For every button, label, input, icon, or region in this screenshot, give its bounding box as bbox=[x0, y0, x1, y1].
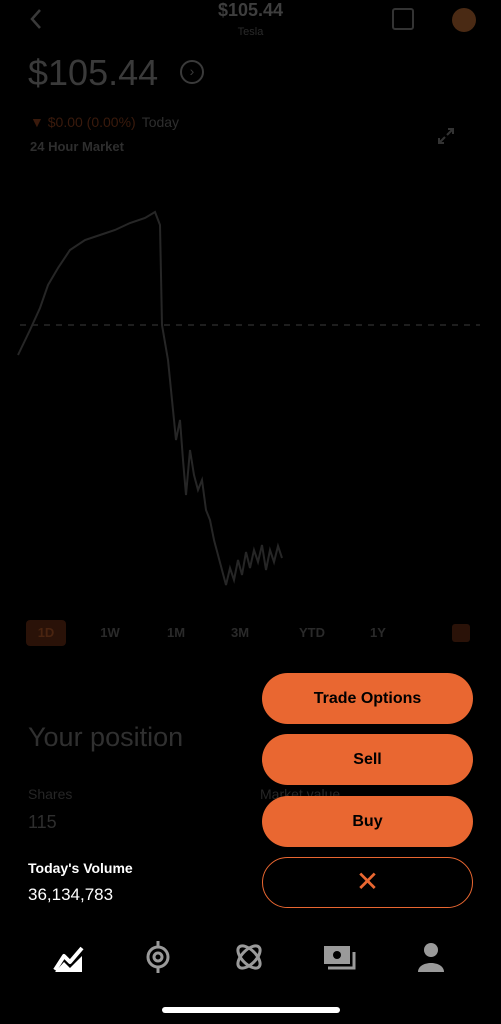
crypto-tab-icon[interactable] bbox=[141, 940, 175, 974]
header-price: $105.44 bbox=[217, 0, 284, 20]
close-actions-button[interactable]: ✕ bbox=[262, 857, 473, 908]
cash-tab-icon[interactable] bbox=[322, 940, 356, 974]
avatar[interactable] bbox=[452, 8, 476, 32]
range-1d[interactable]: 1D bbox=[26, 620, 66, 646]
range-3m[interactable]: 3M bbox=[220, 620, 260, 646]
price-chart[interactable] bbox=[0, 190, 501, 610]
range-ytd[interactable]: YTD bbox=[292, 620, 332, 646]
range-1m[interactable]: 1M bbox=[156, 620, 196, 646]
sell-button[interactable]: Sell bbox=[262, 734, 473, 785]
price-line bbox=[17, 210, 283, 586]
bottom-tab-bar bbox=[0, 930, 501, 990]
price-change-period: Today bbox=[141, 114, 180, 130]
shares-label: Shares bbox=[28, 786, 73, 802]
shares-value: 115 bbox=[28, 812, 57, 832]
explore-tab-icon[interactable] bbox=[232, 940, 266, 974]
volume-label: Today's Volume bbox=[28, 860, 133, 876]
investing-tab-icon[interactable] bbox=[52, 940, 86, 974]
range-1y[interactable]: 1Y bbox=[358, 620, 398, 646]
range-1w[interactable]: 1W bbox=[90, 620, 130, 646]
info-arrow-icon[interactable]: › bbox=[180, 60, 204, 84]
stock-price: $105.44 bbox=[28, 52, 159, 93]
buy-button[interactable]: Buy bbox=[262, 796, 473, 847]
price-change: ▼ $0.00 (0.00%) Today bbox=[30, 114, 179, 130]
chart-range-selector: 1D 1W 1M 3M YTD 1Y bbox=[0, 620, 501, 646]
chart-settings-icon[interactable] bbox=[452, 624, 470, 642]
header-subtitle: Tesla bbox=[237, 26, 264, 38]
trade-options-button[interactable]: Trade Options bbox=[262, 673, 473, 724]
market-session-label: 24 Hour Market bbox=[30, 139, 124, 154]
position-title: Your position bbox=[28, 722, 184, 752]
price-change-value: ▼ $0.00 (0.00%) bbox=[30, 114, 136, 130]
home-indicator bbox=[162, 1007, 340, 1013]
account-tab-icon[interactable] bbox=[414, 940, 448, 974]
share-icon[interactable] bbox=[392, 8, 414, 30]
expand-icon[interactable] bbox=[436, 126, 456, 146]
close-icon: ✕ bbox=[355, 866, 380, 897]
volume-value: 36,134,783 bbox=[28, 885, 114, 904]
